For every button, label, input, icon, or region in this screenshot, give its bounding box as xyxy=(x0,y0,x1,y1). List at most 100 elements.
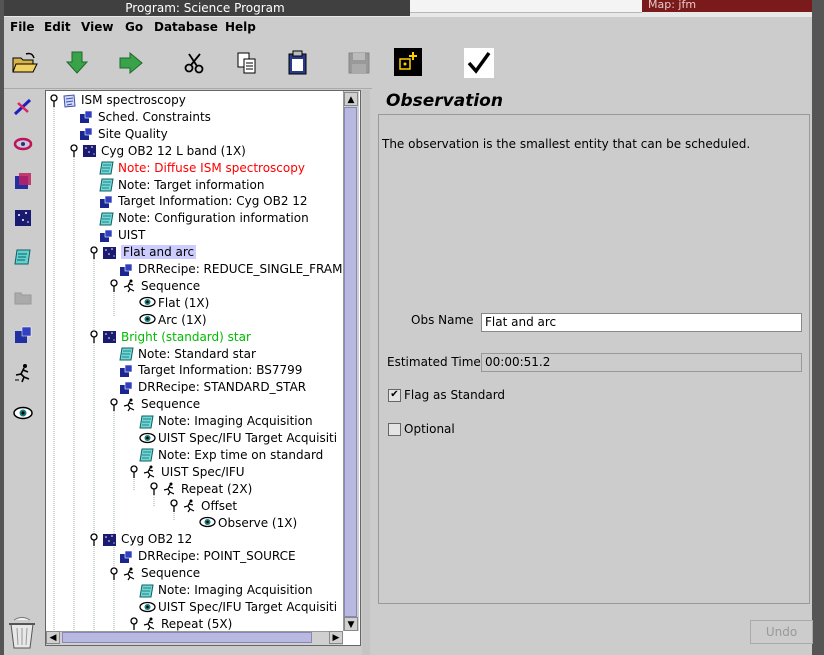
observe-eye-icon[interactable] xyxy=(12,402,34,424)
tree-node[interactable]: Note: Exp time on standard xyxy=(139,447,323,463)
telescope-icon[interactable] xyxy=(12,96,34,118)
obs-name-field[interactable]: Flat and arc xyxy=(481,313,802,332)
tree-node[interactable]: Repeat (5X) xyxy=(129,616,232,632)
tree-node[interactable]: Repeat (2X) xyxy=(149,481,252,497)
program-icon xyxy=(62,93,77,108)
window-title-bar[interactable]: Program: Science Program xyxy=(0,0,410,16)
tree-node[interactable]: Sequence xyxy=(109,565,200,581)
tree-node[interactable]: Target Information: Cyg OB2 12 xyxy=(99,193,308,209)
tree-node[interactable]: Arc (1X) xyxy=(139,312,207,328)
menu-view[interactable]: View xyxy=(81,20,113,34)
expand-knob-icon[interactable] xyxy=(89,533,99,547)
component-icon xyxy=(79,127,94,141)
scissors-icon[interactable] xyxy=(180,48,210,78)
component-icon[interactable] xyxy=(12,324,34,346)
tree-node[interactable]: Cyg OB2 12 xyxy=(89,531,192,547)
background-window-bar xyxy=(410,0,642,13)
scroll-up-arrow-icon[interactable]: ▲ xyxy=(344,92,358,106)
tree-node[interactable]: DRRecipe: REDUCE_SINGLE_FRAM xyxy=(119,261,342,277)
note-icon xyxy=(99,178,114,192)
component-icon xyxy=(99,195,114,209)
expand-knob-icon[interactable] xyxy=(49,93,59,108)
paste-icon[interactable] xyxy=(283,48,313,78)
expand-knob-icon[interactable] xyxy=(69,144,79,158)
tree-node[interactable]: Sequence xyxy=(109,396,200,412)
menu-database[interactable]: Database xyxy=(154,20,218,34)
tree-node[interactable]: Note: Imaging Acquisition xyxy=(139,413,313,429)
expand-knob-icon[interactable] xyxy=(149,482,159,496)
tree-node[interactable]: Cyg OB2 12 L band (1X) xyxy=(69,143,246,159)
expand-knob-icon[interactable] xyxy=(129,617,139,631)
menu-go[interactable]: Go xyxy=(125,20,143,34)
tree-node-label: Note: Imaging Acquisition xyxy=(158,583,313,598)
tree-vertical-scroll-thumb[interactable] xyxy=(344,107,357,617)
expand-knob-icon[interactable] xyxy=(89,330,99,344)
scroll-down-arrow-icon[interactable]: ▼ xyxy=(344,617,358,631)
tree-node[interactable]: Observe (1X) xyxy=(199,515,297,531)
tree-node[interactable]: Note: Imaging Acquisition xyxy=(139,582,313,598)
tree-node[interactable]: Flat (1X) xyxy=(139,295,209,311)
survey-container-icon[interactable] xyxy=(12,170,34,192)
background-map-window-bar[interactable]: Map: jfm xyxy=(642,0,818,12)
copy-icon[interactable] xyxy=(232,48,262,78)
observation-icon[interactable] xyxy=(12,207,34,229)
tree-node[interactable]: UIST xyxy=(99,227,145,243)
tree-node[interactable]: Note: Configuration information xyxy=(99,210,309,226)
menu-file[interactable]: File xyxy=(10,20,35,34)
expand-knob-icon[interactable] xyxy=(89,245,99,260)
green-down-arrow-icon[interactable] xyxy=(62,48,92,78)
tree-node[interactable]: Sched. Constraints xyxy=(79,109,211,125)
program-tree[interactable]: ISM spectroscopy Sched. Constraints Site Q… xyxy=(45,90,361,646)
flag-as-standard-checkbox[interactable]: ✔ xyxy=(388,389,401,402)
tree-node[interactable]: UIST Spec/IFU Target Acquisiti xyxy=(139,430,337,446)
tree-node[interactable]: Sequence xyxy=(109,278,200,294)
folder-icon[interactable] xyxy=(12,286,34,308)
panel-splitter[interactable] xyxy=(362,90,370,655)
tree-node-label: Observe (1X) xyxy=(218,515,298,530)
tree-node[interactable]: Target Information: BS7799 xyxy=(119,362,302,378)
menubar: File Edit View Go Database Help xyxy=(4,17,812,37)
add-component-icon[interactable] xyxy=(394,48,422,76)
green-right-arrow-icon[interactable] xyxy=(116,48,146,78)
tree-node[interactable]: ISM spectroscopy xyxy=(49,92,186,108)
tree-node[interactable]: Note: Target information xyxy=(99,177,264,193)
expand-knob-icon[interactable] xyxy=(169,499,179,513)
tree-node[interactable]: Note: Standard star xyxy=(119,346,256,362)
iterator-icon[interactable] xyxy=(12,362,34,384)
scroll-left-arrow-icon[interactable]: ◀ xyxy=(46,631,60,644)
tree-node[interactable]: Site Quality xyxy=(79,126,168,142)
tree-node[interactable]: Flat and arc xyxy=(89,244,197,260)
component-icon xyxy=(119,263,134,277)
tree-node-label: Note: Configuration information xyxy=(118,211,309,226)
expand-knob-icon[interactable] xyxy=(109,279,119,293)
optional-checkbox[interactable] xyxy=(388,423,401,436)
note-icon xyxy=(119,347,134,361)
open-folder-icon[interactable] xyxy=(10,48,40,78)
tree-horizontal-scroll-thumb[interactable] xyxy=(62,632,312,643)
save-icon[interactable] xyxy=(344,48,374,78)
observation-icon xyxy=(102,330,117,344)
note-icon[interactable] xyxy=(12,246,34,268)
menu-help[interactable]: Help xyxy=(225,20,256,34)
tree-node-label: DRRecipe: POINT_SOURCE xyxy=(138,549,296,564)
tree-node[interactable]: UIST Spec/IFU xyxy=(129,464,245,480)
validate-checkmark-icon[interactable] xyxy=(464,48,494,78)
tree-node-label: Bright (standard) star xyxy=(121,329,251,344)
trash-can-icon[interactable] xyxy=(8,616,36,650)
tree-node[interactable]: UIST Spec/IFU Target Acquisiti xyxy=(139,599,337,615)
tree-node[interactable]: DRRecipe: STANDARD_STAR xyxy=(119,379,306,395)
expand-knob-icon[interactable] xyxy=(109,398,119,412)
site-quality-icon[interactable] xyxy=(12,132,34,154)
tree-node[interactable]: DRRecipe: POINT_SOURCE xyxy=(119,548,296,564)
menu-edit[interactable]: Edit xyxy=(44,20,71,34)
expand-knob-icon[interactable] xyxy=(129,465,139,479)
scroll-right-arrow-icon[interactable]: ▶ xyxy=(329,631,343,644)
tree-node-label: Sequence xyxy=(141,278,201,293)
note-icon xyxy=(99,212,114,226)
expand-knob-icon[interactable] xyxy=(109,567,119,581)
tree-node-label: UIST Spec/IFU Target Acquisiti xyxy=(158,600,338,614)
undo-button[interactable]: Undo xyxy=(750,620,813,644)
tree-node[interactable]: Offset xyxy=(169,498,237,514)
tree-node[interactable]: Bright (standard) star xyxy=(89,329,251,345)
tree-node[interactable]: Note: Diffuse ISM spectroscopy xyxy=(99,160,305,176)
